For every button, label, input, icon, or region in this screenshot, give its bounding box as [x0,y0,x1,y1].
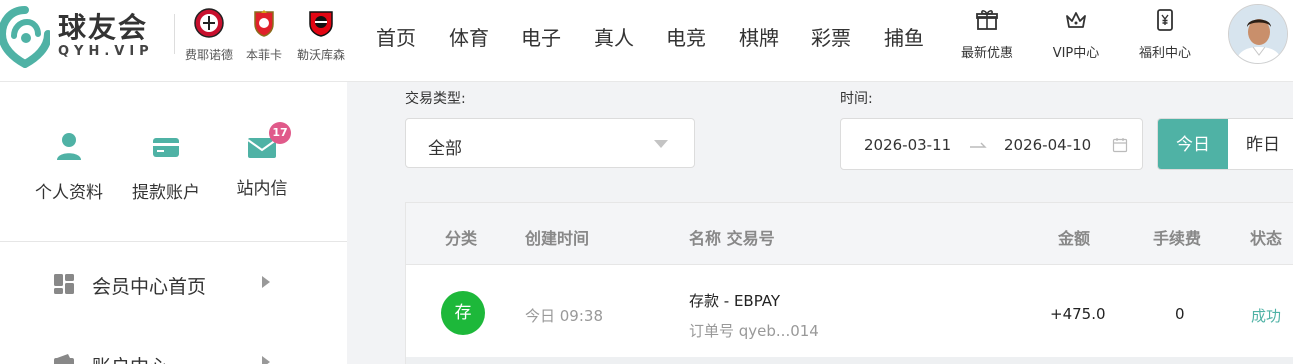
time-filter-label: 时间: [840,91,873,107]
col-status: 状态 [1250,229,1283,248]
nav-home[interactable]: 首页 [376,22,416,51]
col-name: 名称 交易号 [689,229,775,248]
quick-profile[interactable]: 个人资料 [34,130,104,203]
club-name: 费耶诺德 [184,48,233,62]
select-value: 全部 [428,139,462,159]
quick-withdraw-account[interactable]: 提款账户 [128,130,204,203]
col-created: 创建时间 [525,229,590,248]
logo-divider [174,14,175,54]
gift-icon [976,10,998,30]
today-button[interactable]: 今日 [1158,119,1228,169]
chevron-down-icon [654,140,668,148]
table-header: 分类 创建时间 名称 交易号 金额 手续费 状态 [406,203,1293,265]
promotions-link[interactable]: 最新优惠 [956,8,1018,61]
menu-member-home[interactable]: 会员中心首页 [52,268,282,298]
nav-esports[interactable]: 电竞 [666,22,706,51]
table-row-divider [406,357,1293,364]
col-category: 分类 [445,229,478,248]
brand-name[interactable]: 球友会 [58,6,148,46]
nav-sports[interactable]: 体育 [449,22,489,51]
benfica-crest-icon [254,10,274,37]
quick-range-group: 今日 昨日 [1157,118,1293,170]
nav-slots[interactable]: 电子 [521,22,561,51]
start-date[interactable]: 2026-03-11 [864,136,951,154]
quick-messages[interactable]: 17 站内信 [228,122,296,199]
col-amount: 金额 [1058,229,1091,248]
col-fee: 手续费 [1153,229,1202,248]
user-icon [57,133,81,160]
club-leverkusen: 勒沃库森 [290,8,352,63]
util-label: VIP中心 [1052,46,1100,61]
club-benfica: 本菲卡 [233,8,295,63]
util-label: 最新优惠 [960,46,1013,61]
sidebar-divider [0,241,347,242]
deposit-badge: 存 [441,291,485,335]
range-arrow-icon [970,142,987,148]
sidebar: 个人资料 提款账户 17 站内信 会员中心首页 [0,82,347,364]
club-name: 勒沃库森 [296,48,345,62]
row-order-number: 订单号 qyeb...014 [689,322,819,340]
menu-label: 会员中心首页 [92,276,207,298]
transaction-type-select[interactable]: 全部 [405,118,695,168]
mail-icon-wrap: 17 [245,122,291,164]
nav-lottery[interactable]: 彩票 [811,22,851,51]
menu-label: 账户中心 [92,352,168,364]
nav-live[interactable]: 真人 [594,22,634,51]
row-amount: +475.0 [1050,305,1106,323]
avatar-portrait-icon [1229,5,1287,63]
unread-count-badge: 17 [269,122,291,144]
end-date[interactable]: 2026-04-10 [1004,136,1091,154]
wallet-icon [54,354,74,364]
quick-label: 个人资料 [35,183,103,203]
row-status: 成功 [1251,307,1282,325]
brand-domain: QYH.VIP [58,44,154,59]
vip-center-link[interactable]: VIP中心 [1046,8,1106,61]
type-filter-label: 交易类型: [405,91,466,107]
chevron-right-icon [262,356,270,364]
crown-icon [1066,12,1086,28]
table-row[interactable]: 存 今日 09:38 存款 - EBPAY 订单号 qyeb...014 +47… [406,265,1293,357]
nav-fishing[interactable]: 捕鱼 [884,22,924,51]
club-feyenoord: 费耶诺德 [178,8,240,63]
menu-account-center[interactable]: 账户中心 [52,348,282,364]
club-name: 本菲卡 [245,48,282,62]
yen-card-icon [1157,9,1173,31]
dashboard-icon [54,274,74,294]
logo-mark-icon[interactable] [0,6,50,68]
feyenoord-crest-icon [194,8,224,38]
row-time: 今日 09:38 [525,307,603,325]
row-fee: 0 [1175,305,1185,323]
card-icon [153,138,179,157]
row-name: 存款 - EBPAY [689,292,781,310]
chevron-right-icon [262,276,270,288]
leverkusen-crest-icon [309,11,333,37]
date-range-picker[interactable]: 2026-03-11 2026-04-10 [840,118,1143,170]
yesterday-button[interactable]: 昨日 [1228,119,1293,169]
calendar-icon [1112,138,1128,153]
transaction-table: 分类 创建时间 名称 交易号 金额 手续费 状态 存 今日 09:38 存款 -… [405,202,1293,364]
quick-label: 站内信 [236,179,288,199]
nav-cards[interactable]: 棋牌 [739,22,779,51]
quick-label: 提款账户 [132,183,200,203]
top-header: 球友会 QYH.VIP 费耶诺德 本菲卡 勒沃库森 首页 体育 电子 真人 电竞… [0,0,1293,82]
welfare-center-link[interactable]: 福利中心 [1134,8,1196,61]
user-avatar[interactable] [1228,4,1288,64]
util-label: 福利中心 [1138,46,1191,61]
